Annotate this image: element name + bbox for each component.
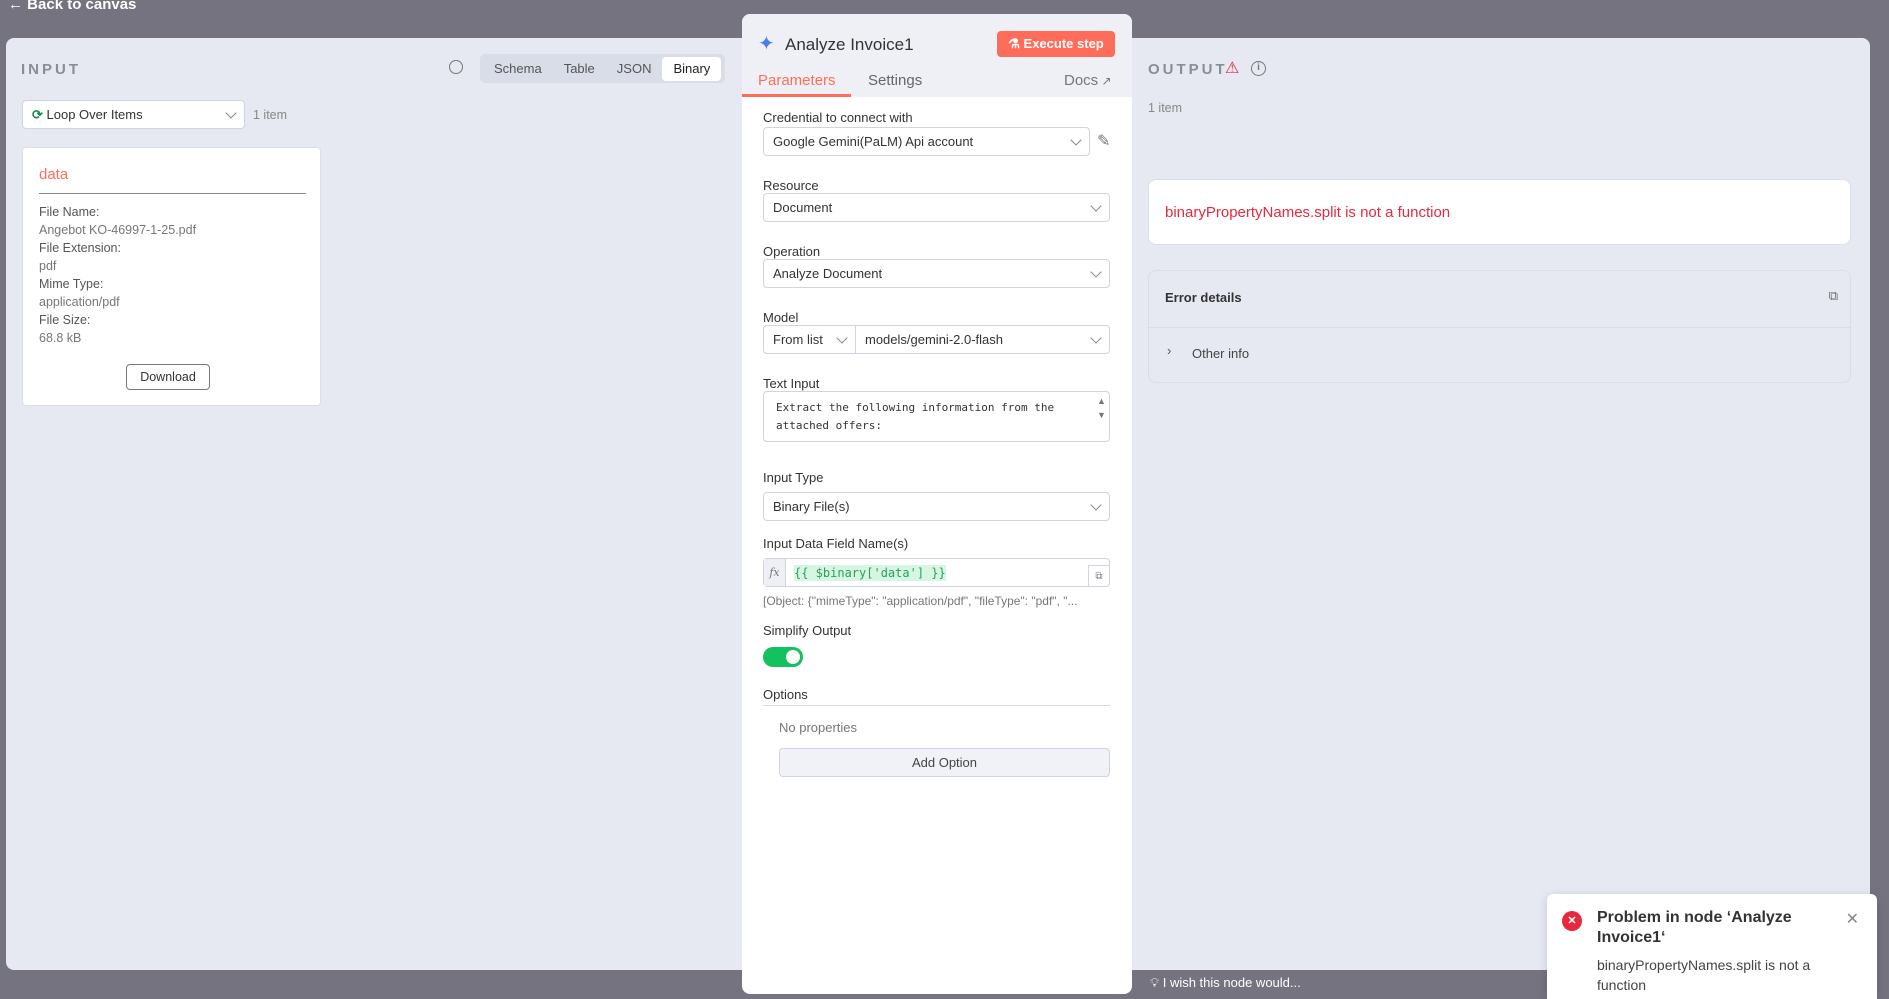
download-button[interactable]: Download (126, 364, 210, 390)
field-value: 68.8 kB (39, 331, 82, 345)
chevron-down-icon (1090, 199, 1102, 212)
field-label: File Size: (39, 313, 91, 327)
node-settings-panel: ✦ Analyze Invoice1 ⚗ Execute step Parame… (742, 14, 1132, 994)
input-type-select[interactable]: Binary File(s) (763, 492, 1110, 521)
text-input-label: Text Input (763, 376, 820, 391)
toast-message: binaryPropertyNames.split is not a funct… (1597, 957, 1811, 993)
add-option-button[interactable]: Add Option (779, 748, 1110, 777)
credential-label: Credential to connect with (763, 110, 913, 125)
text-input-textarea[interactable]: Extract the following information from t… (763, 391, 1110, 442)
node-title[interactable]: Analyze Invoice1 (785, 35, 914, 55)
field-names-label: Input Data Field Name(s) (763, 536, 909, 551)
field-label: File Extension: (39, 241, 121, 255)
model-select[interactable]: models/gemini-2.0-flash (855, 325, 1110, 354)
chevron-down-icon (225, 106, 237, 119)
warning-icon: ⚠ (1225, 60, 1240, 77)
chevron-down-icon (1090, 331, 1102, 344)
chevron-right-icon[interactable]: › (1167, 343, 1171, 358)
tab-parameters[interactable]: Parameters (758, 72, 836, 89)
textarea-scrollbar[interactable]: ▲ ▼ (1097, 394, 1106, 422)
tab-table[interactable]: Table (553, 57, 606, 81)
field-value: application/pdf (39, 295, 120, 309)
pencil-icon[interactable]: ✎ (1097, 131, 1110, 151)
model-label: Model (763, 310, 799, 325)
chevron-down-icon (1090, 265, 1102, 278)
field-label: Mime Type: (39, 277, 104, 291)
tab-binary[interactable]: Binary (662, 56, 722, 81)
tab-json[interactable]: JSON (606, 57, 663, 81)
expression-result-hint: [Object: {"mimeType": "application/pdf",… (763, 594, 1078, 608)
resource-label: Resource (763, 178, 819, 193)
credential-select[interactable]: Google Gemini(PaLM) Api account (763, 127, 1090, 156)
tab-schema[interactable]: Schema (483, 57, 553, 81)
back-to-canvas-link[interactable]: ← Back to canvas (8, 0, 136, 13)
operation-label: Operation (763, 244, 821, 259)
arrow-left-icon: ← (8, 0, 28, 13)
error-message-box: binaryPropertyNames.split is not a funct… (1148, 179, 1851, 245)
expand-editor-icon[interactable]: ⧉ (1088, 565, 1109, 586)
fx-icon: fx (764, 559, 786, 586)
expression-value: {{ $binary['data'] }} (794, 564, 946, 581)
simplify-output-toggle[interactable] (763, 647, 803, 667)
input-view-tabs: Schema Table JSON Binary (480, 54, 725, 83)
chevron-down-icon (1090, 498, 1102, 511)
error-details-panel: Error details ⧉ › Other info (1148, 270, 1851, 383)
tab-settings[interactable]: Settings (868, 72, 922, 89)
info-icon[interactable]: i (1251, 61, 1266, 76)
input-item-count: 1 item (253, 108, 288, 122)
output-title: OUTPUT (1148, 61, 1228, 78)
output-item-count: 1 item (1148, 101, 1183, 115)
toast-title: Problem in node ‘Analyze Invoice1‘ (1597, 909, 1792, 946)
binary-key-title: data (39, 166, 69, 183)
loop-icon: ⟳ (32, 106, 47, 122)
chevron-down-icon (1070, 133, 1082, 146)
docs-link[interactable]: Docs ↗ (1064, 72, 1112, 89)
flask-icon: ⚗ (1008, 36, 1024, 51)
field-value: pdf (39, 259, 57, 273)
no-properties-text: No properties (779, 720, 858, 735)
execute-step-button[interactable]: ⚗ Execute step (997, 31, 1115, 57)
binary-data-card: data File Name: Angebot KO-46997-1-25.pd… (22, 147, 321, 406)
field-value: Angebot KO-46997-1-25.pdf (39, 223, 197, 237)
other-info-toggle[interactable]: Other info (1192, 346, 1249, 361)
error-message: binaryPropertyNames.split is not a funct… (1165, 203, 1451, 221)
simplify-output-label: Simplify Output (763, 623, 852, 638)
error-toast: ✕ Problem in node ‘Analyze Invoice1‘ ✕ b… (1547, 894, 1877, 999)
field-label: File Name: (39, 205, 100, 219)
copy-icon[interactable]: ⧉ (1829, 288, 1838, 304)
input-title: INPUT (21, 61, 81, 78)
operation-select[interactable]: Analyze Document (763, 259, 1110, 288)
error-icon: ✕ (1562, 911, 1582, 931)
external-link-icon: ↗ (1098, 74, 1112, 88)
gemini-icon: ✦ (758, 33, 775, 55)
chevron-down-icon (836, 331, 848, 344)
resource-select[interactable]: Document (763, 193, 1110, 222)
lightbulb-icon: 💡︎ (1150, 975, 1163, 990)
search-icon[interactable] (449, 60, 463, 74)
model-mode-select[interactable]: From list (763, 325, 856, 354)
close-icon[interactable]: ✕ (1846, 909, 1859, 929)
input-node-select[interactable]: ⟳ Loop Over Items (22, 100, 245, 129)
error-details-label: Error details (1165, 290, 1242, 305)
feedback-link[interactable]: 💡︎ I wish this node would... (1150, 975, 1301, 991)
input-type-label: Input Type (763, 470, 824, 485)
field-names-expression-input[interactable]: fx {{ $binary['data'] }} ⧉ (763, 558, 1110, 587)
options-label: Options (763, 687, 808, 702)
